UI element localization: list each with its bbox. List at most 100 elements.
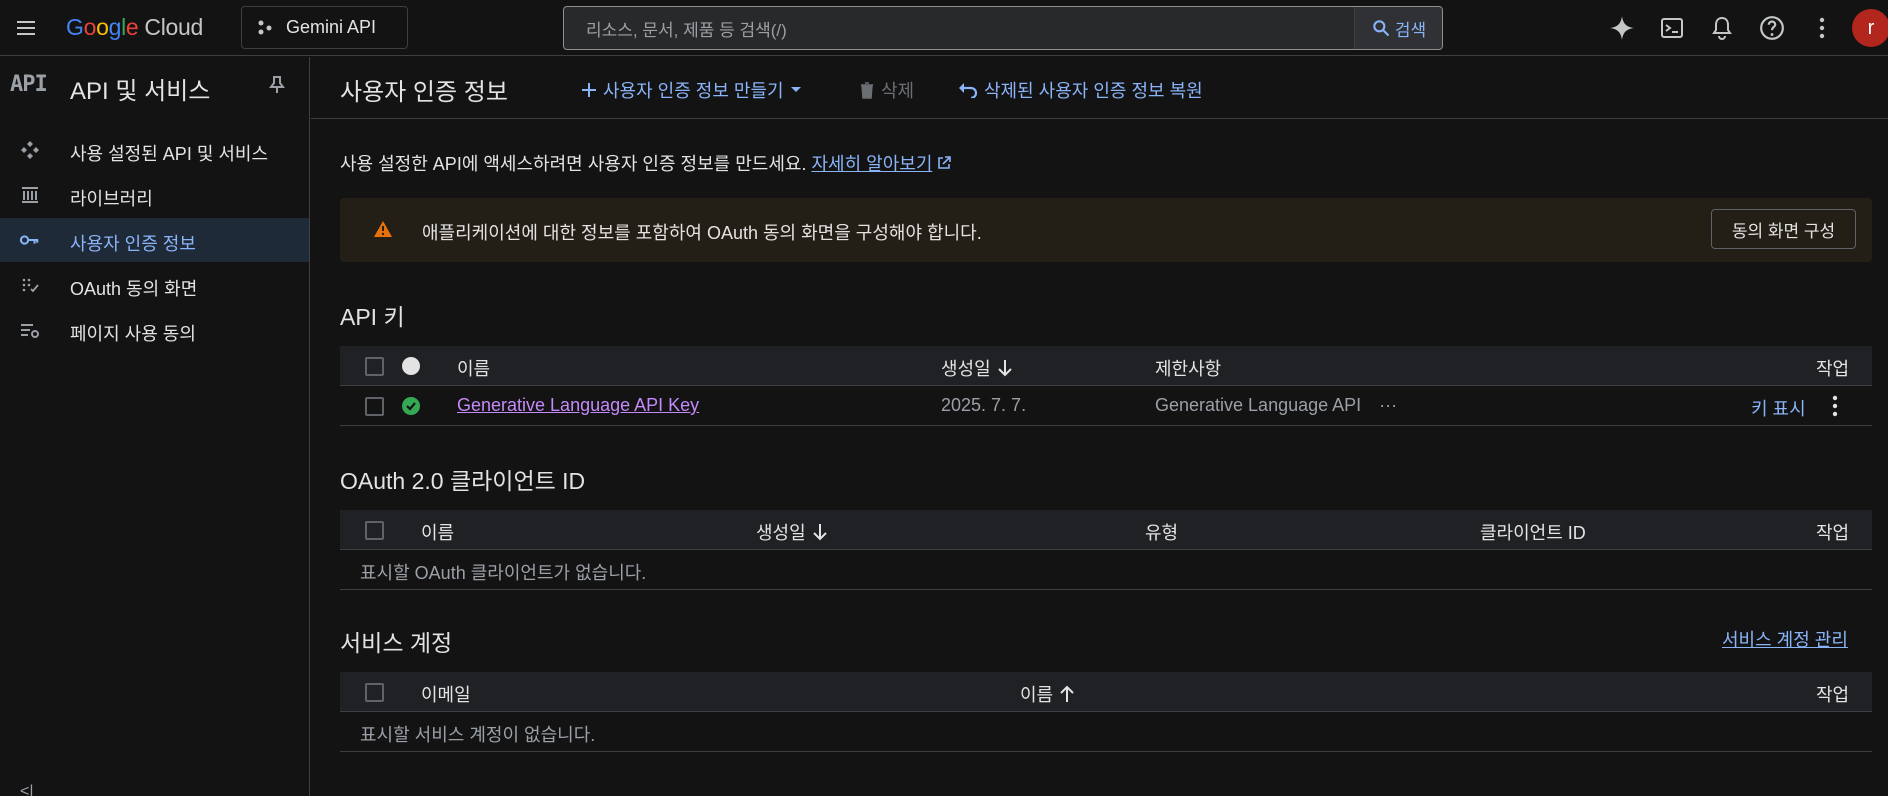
oauth-consent-icon — [20, 275, 40, 295]
logo-suffix: Cloud — [144, 14, 204, 40]
logo-letter: o — [96, 14, 109, 40]
key-icon — [20, 230, 40, 250]
arrow-down-icon — [812, 524, 827, 541]
logo-letter: g — [108, 14, 122, 40]
row-more-button[interactable] — [1832, 395, 1838, 422]
page-title: 사용자 인증 정보 — [340, 79, 508, 106]
main-content: 사용자 인증 정보 사용자 인증 정보 만들기 삭제 삭제된 사용자 인증 정보… — [311, 57, 1888, 796]
top-bar: Google Cloud Gemini API 리소스, 문서, 제품 등 검색(… — [0, 0, 1888, 56]
help-icon — [1760, 16, 1784, 40]
learn-more-label: 자세히 알아보기 — [811, 154, 933, 174]
gemini-button[interactable] — [1606, 12, 1638, 44]
oauth-warning-banner: 애플리케이션에 대한 정보를 포함하여 OAuth 동의 화면을 구성해야 합니… — [340, 198, 1872, 262]
select-all-checkbox[interactable] — [365, 521, 384, 540]
search-button[interactable]: 검색 — [1354, 7, 1442, 49]
oauth-clients-table: 이름 생성일 유형 클라이언트 ID 작업 표시할 OAuth 클라이언트가 없… — [340, 510, 1872, 591]
sparkle-icon — [1610, 16, 1634, 40]
delete-button[interactable]: 삭제 — [859, 77, 914, 103]
column-name-label: 이름 — [1020, 685, 1054, 705]
column-actions: 작업 — [1816, 523, 1850, 543]
bell-icon — [1712, 16, 1732, 40]
notifications-button[interactable] — [1706, 12, 1738, 44]
logo-letter: e — [125, 14, 139, 40]
google-cloud-logo[interactable]: Google Cloud — [66, 14, 203, 41]
table-header: 이메일 이름 작업 — [340, 672, 1872, 712]
arrow-up-icon — [1060, 685, 1074, 702]
arrow-down-icon — [997, 360, 1012, 377]
sidebar-title: API 및 서비스 — [70, 78, 211, 105]
api-key-created: 2025. 7. 7. — [941, 395, 1027, 415]
column-created-label: 생성일 — [941, 359, 991, 379]
cloud-shell-button[interactable] — [1656, 12, 1688, 44]
table-row: 표시할 서비스 계정이 없습니다. — [340, 712, 1872, 752]
restriction-more[interactable]: ··· — [1379, 395, 1397, 416]
api-badge-icon: API — [10, 72, 48, 97]
undo-icon — [959, 83, 978, 98]
logo-letter: o — [83, 14, 97, 40]
service-accounts-table: 이메일 이름 작업 표시할 서비스 계정이 없습니다. — [340, 672, 1872, 753]
plus-icon — [582, 83, 596, 97]
terminal-icon — [1661, 18, 1683, 38]
sidebar-item-library[interactable]: 라이브러리 — [0, 173, 309, 217]
page-usage-icon — [20, 320, 40, 340]
status-column-icon — [402, 357, 420, 375]
create-credentials-button[interactable]: 사용자 인증 정보 만들기 — [581, 77, 802, 103]
empty-state-text: 표시할 서비스 계정이 없습니다. — [360, 725, 596, 745]
search-icon — [1373, 20, 1390, 37]
account-avatar[interactable]: r — [1852, 9, 1888, 47]
sidebar-item-label: 라이브러리 — [70, 189, 153, 209]
column-name: 이름 — [421, 523, 455, 543]
main-menu-button[interactable] — [10, 12, 42, 44]
sidebar-item-page-usage[interactable]: 페이지 사용 동의 — [0, 308, 309, 352]
api-keys-table: 이름 생성일 제한사항 작업 Generative Language API K… — [340, 346, 1872, 427]
api-hub-icon — [20, 140, 40, 160]
sidebar-item-enabled-apis[interactable]: 사용 설정된 API 및 서비스 — [0, 128, 309, 172]
select-all-checkbox[interactable] — [365, 357, 384, 376]
column-created-sort[interactable]: 생성일 — [941, 355, 1013, 381]
learn-more-link[interactable]: 자세히 알아보기 — [811, 154, 932, 174]
table-header: 이름 생성일 제한사항 작업 — [340, 346, 1872, 386]
trash-icon — [861, 82, 873, 99]
pin-button[interactable] — [268, 75, 286, 100]
more-options-button[interactable] — [1806, 12, 1838, 44]
help-button[interactable] — [1756, 12, 1788, 44]
restore-credentials-label: 삭제된 사용자 인증 정보 복원 — [984, 81, 1203, 101]
column-actions: 작업 — [1816, 685, 1850, 705]
create-credentials-label: 사용자 인증 정보 만들기 — [603, 81, 784, 101]
select-all-checkbox[interactable] — [365, 683, 384, 702]
manage-service-accounts-link[interactable]: 서비스 계정 관리 — [1722, 626, 1848, 652]
column-name-sort[interactable]: 이름 — [1020, 681, 1075, 707]
configure-consent-screen-button[interactable]: 동의 화면 구성 — [1711, 209, 1856, 249]
row-checkbox[interactable] — [365, 397, 384, 416]
api-key-restriction: Generative Language API ··· — [1155, 395, 1397, 416]
sidebar-item-label: OAuth 동의 화면 — [70, 279, 198, 299]
column-client-id: 클라이언트 ID — [1480, 523, 1586, 543]
service-accounts-title: 서비스 계정 — [340, 630, 453, 656]
column-created-label: 생성일 — [756, 523, 806, 543]
project-dots-icon — [258, 20, 272, 34]
column-type: 유형 — [1145, 523, 1179, 543]
pin-icon — [269, 76, 285, 93]
collapse-sidebar-button[interactable]: <| — [20, 783, 34, 796]
column-restrictions: 제한사항 — [1155, 359, 1222, 379]
restriction-label: Generative Language API — [1155, 395, 1362, 415]
check-circle-icon — [402, 397, 420, 420]
project-picker[interactable]: Gemini API — [241, 6, 408, 49]
column-email: 이메일 — [421, 685, 471, 705]
sidebar-item-oauth-consent[interactable]: OAuth 동의 화면 — [0, 263, 309, 307]
api-key-name-link[interactable]: Generative Language API Key — [457, 395, 699, 416]
page-header: 사용자 인증 정보 사용자 인증 정보 만들기 삭제 삭제된 사용자 인증 정보… — [311, 57, 1888, 119]
sidebar-item-label: 페이지 사용 동의 — [70, 324, 196, 344]
sidebar: API API 및 서비스 사용 설정된 API 및 서비스 라이브러리 사용자… — [0, 57, 310, 796]
api-keys-title: API 키 — [340, 304, 405, 330]
restore-credentials-button[interactable]: 삭제된 사용자 인증 정보 복원 — [958, 77, 1203, 103]
search-input[interactable]: 리소스, 문서, 제품 등 검색(/) — [564, 16, 1354, 41]
search-button-label: 검색 — [1394, 20, 1427, 40]
warning-icon — [373, 220, 393, 243]
oauth-clients-title: OAuth 2.0 클라이언트 ID — [340, 468, 586, 494]
show-key-button[interactable]: 키 표시 — [1751, 395, 1806, 421]
column-created-sort[interactable]: 생성일 — [756, 519, 828, 545]
sidebar-item-credentials[interactable]: 사용자 인증 정보 — [0, 218, 309, 262]
intro-text: 사용 설정한 API에 액세스하려면 사용자 인증 정보를 만드세요. 자세히 … — [340, 150, 952, 176]
search-box[interactable]: 리소스, 문서, 제품 등 검색(/) 검색 — [563, 6, 1443, 50]
